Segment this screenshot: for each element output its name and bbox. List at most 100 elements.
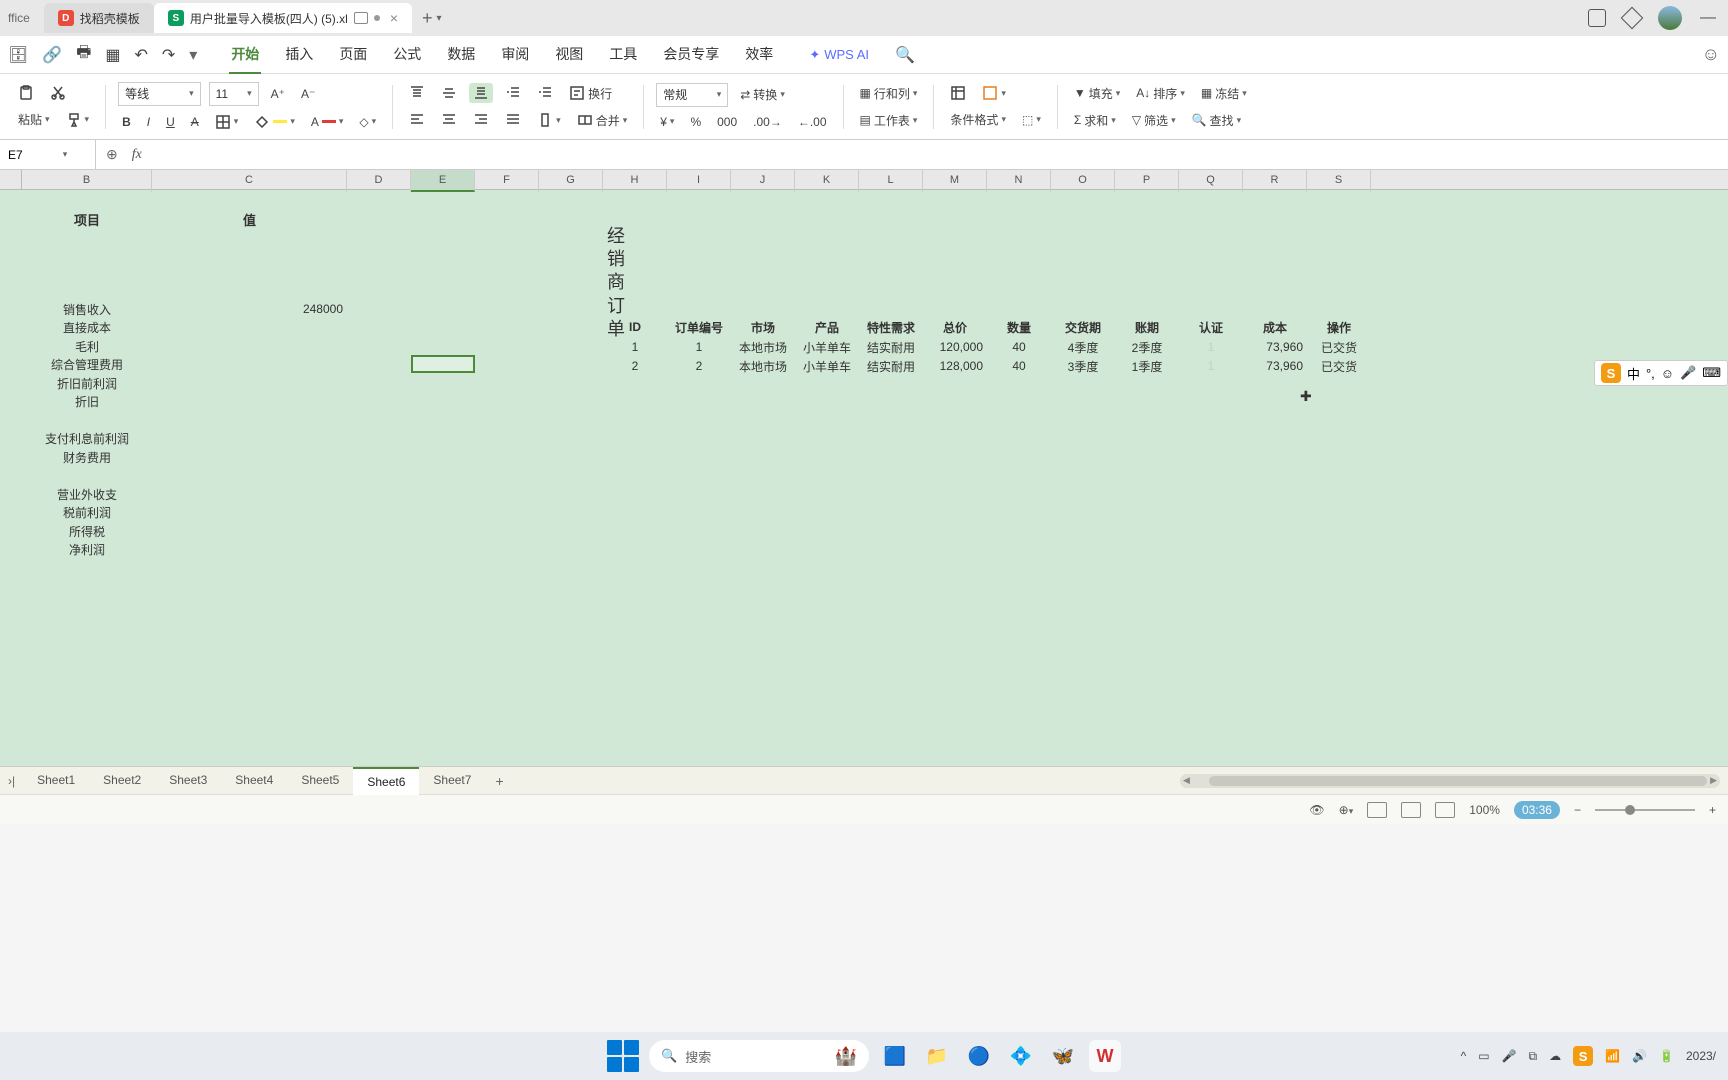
rt-cell-r0-c6[interactable]: 40	[987, 338, 1051, 356]
tray-wifi-icon[interactable]: 📶	[1605, 1049, 1620, 1063]
tab-templates[interactable]: D 找稻壳模板	[44, 3, 154, 33]
task-copilot-icon[interactable]: 🟦	[879, 1040, 911, 1072]
align-top-button[interactable]	[405, 83, 429, 103]
column-header-Q[interactable]: Q	[1179, 170, 1243, 192]
sheet-tab-sheet7[interactable]: Sheet7	[419, 767, 485, 795]
header-value[interactable]: 值	[152, 210, 347, 228]
zoom-value[interactable]: 100%	[1469, 803, 1500, 817]
rt-cell-r1-c7[interactable]: 3季度	[1051, 357, 1115, 375]
preview-icon[interactable]: ▦	[105, 45, 120, 65]
value-sales[interactable]: 248000	[152, 300, 347, 318]
clear-format-button[interactable]: ◇▾	[355, 113, 380, 131]
decrease-font-button[interactable]: A⁻	[297, 85, 319, 103]
rt-cell-r1-c4[interactable]: 结实耐用	[859, 357, 923, 375]
rt-cell-r1-c9[interactable]: 1	[1179, 357, 1243, 375]
column-header-G[interactable]: G	[539, 170, 603, 192]
column-header-M[interactable]: M	[923, 170, 987, 192]
cond-format-button[interactable]: 条件格式▾	[946, 109, 1010, 130]
task-edge-icon[interactable]: 🔵	[963, 1040, 995, 1072]
sheet-tab-sheet5[interactable]: Sheet5	[287, 767, 353, 795]
left-row-0[interactable]: 销售收入	[22, 300, 152, 318]
sheet-tab-sheet4[interactable]: Sheet4	[221, 767, 287, 795]
paste-button[interactable]	[14, 83, 38, 103]
rt-header-4[interactable]: 特性需求	[859, 318, 923, 336]
rt-header-11[interactable]: 操作	[1307, 318, 1371, 336]
qat-more-icon[interactable]: ▾	[189, 45, 197, 65]
sheet-nav-icon[interactable]: ›|	[0, 774, 23, 788]
left-row-2[interactable]: 毛利	[22, 337, 152, 355]
fill-button[interactable]: ▼ 填充▾	[1070, 83, 1124, 104]
rt-cell-r0-c5[interactable]: 120,000	[923, 338, 987, 356]
tray-date[interactable]: 2023/	[1686, 1049, 1716, 1063]
column-header-O[interactable]: O	[1051, 170, 1115, 192]
column-header-S[interactable]: S	[1307, 170, 1371, 192]
zoom-slider[interactable]	[1595, 809, 1695, 811]
tray-monitor-icon[interactable]: ▭	[1478, 1049, 1489, 1063]
rt-cell-r0-c11[interactable]: 已交货	[1307, 338, 1371, 356]
eye-icon[interactable]: 👁	[1309, 803, 1324, 817]
rowcol-button[interactable]: ▦ 行和列▾	[856, 83, 922, 104]
ime-punct[interactable]: °,	[1646, 366, 1655, 381]
task-explorer-icon[interactable]: 📁	[921, 1040, 953, 1072]
align-right-button[interactable]	[469, 110, 493, 130]
menu-efficiency[interactable]: 效率	[743, 36, 775, 74]
avatar[interactable]	[1658, 6, 1682, 30]
formula-input[interactable]	[146, 140, 1728, 169]
left-row-4[interactable]: 折旧前利润	[22, 374, 152, 392]
format-painter-button[interactable]: ▾	[62, 110, 94, 130]
align-center-button[interactable]	[437, 110, 461, 130]
rt-header-10[interactable]: 成本	[1243, 318, 1307, 336]
fx-zoom-icon[interactable]: ⊕	[96, 146, 128, 163]
rt-cell-r0-c4[interactable]: 结实耐用	[859, 338, 923, 356]
menu-member[interactable]: 会员专享	[661, 36, 721, 74]
rt-header-5[interactable]: 总价	[923, 318, 987, 336]
rt-header-6[interactable]: 数量	[987, 318, 1051, 336]
menu-formula[interactable]: 公式	[391, 36, 423, 74]
cube-icon[interactable]	[1621, 7, 1644, 30]
rt-cell-r1-c0[interactable]: 2	[603, 357, 667, 375]
font-name-select[interactable]: 等线▾	[118, 82, 201, 106]
rt-cell-r1-c6[interactable]: 40	[987, 357, 1051, 375]
border-button[interactable]: ▾	[211, 112, 243, 132]
sheet-tab-sheet3[interactable]: Sheet3	[155, 767, 221, 795]
increase-font-button[interactable]: A⁺	[267, 85, 289, 103]
left-row-7[interactable]: 支付利息前利润	[22, 430, 152, 448]
rt-cell-r0-c8[interactable]: 2季度	[1115, 338, 1179, 356]
percent-button[interactable]: %	[686, 113, 705, 131]
italic-button[interactable]: I	[143, 113, 154, 131]
redo-icon[interactable]: ↷	[162, 45, 175, 65]
task-wps-icon[interactable]: W	[1089, 1040, 1121, 1072]
select-all-corner[interactable]	[0, 170, 22, 189]
left-row-13[interactable]: 净利润	[22, 541, 152, 559]
tray-sogou-icon[interactable]: S	[1573, 1046, 1593, 1066]
convert-button[interactable]: ⇄ 转换▾	[736, 84, 789, 105]
rt-cell-r0-c7[interactable]: 4季度	[1051, 338, 1115, 356]
decrease-decimal-button[interactable]: ←.00	[794, 113, 831, 131]
menu-tools[interactable]: 工具	[607, 36, 639, 74]
align-justify-button[interactable]	[501, 110, 525, 130]
rt-header-3[interactable]: 产品	[795, 318, 859, 336]
align-middle-button[interactable]	[437, 83, 461, 103]
layout-icon[interactable]	[1588, 9, 1606, 27]
tray-mic-icon[interactable]: 🎤	[1502, 1049, 1517, 1063]
view-break-button[interactable]	[1435, 802, 1455, 818]
find-button[interactable]: 🔍 查找▾	[1188, 110, 1246, 131]
start-button[interactable]	[607, 1040, 639, 1072]
merge-button[interactable]: 合并▾	[573, 110, 632, 131]
sheet-tab-sheet6[interactable]: Sheet6	[353, 767, 419, 795]
menu-insert[interactable]: 插入	[283, 36, 315, 74]
format-button[interactable]: ⬚▾	[1018, 111, 1045, 129]
orientation-button[interactable]: ▾	[533, 110, 565, 130]
tab-office[interactable]: ffice	[0, 3, 44, 33]
search-icon[interactable]: 🔍	[895, 45, 915, 65]
left-row-10[interactable]: 营业外收支	[22, 485, 152, 503]
rt-header-2[interactable]: 市场	[731, 318, 795, 336]
decrease-indent-button[interactable]	[501, 83, 525, 103]
tab-add[interactable]: +▾	[412, 8, 452, 29]
left-row-9[interactable]	[22, 467, 152, 485]
currency-button[interactable]: ¥▾	[656, 113, 678, 131]
horizontal-scrollbar[interactable]: ◀▶	[1180, 774, 1720, 788]
column-header-K[interactable]: K	[795, 170, 859, 192]
rt-header-7[interactable]: 交货期	[1051, 318, 1115, 336]
focus-icon[interactable]: ⊕▾	[1339, 803, 1354, 817]
